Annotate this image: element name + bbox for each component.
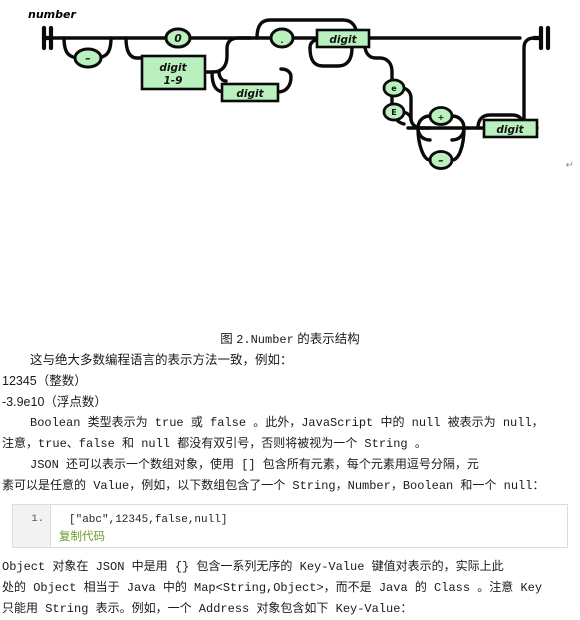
figure-caption-prefix: 图 (220, 332, 237, 346)
figure-caption-number: 2.Number (236, 333, 294, 347)
terminal-digit-exponent: digit (482, 118, 539, 139)
code-line-number: 1. (13, 505, 51, 547)
terminal-exponent-e-upper-label: E (391, 108, 396, 117)
paragraph-boolean-line2: 注意，true、false 和 null 都没有双引号，否则将被视为一个 Str… (2, 437, 427, 451)
terminal-exponent-minus-label: – (438, 155, 443, 167)
page-root: number – 0 digit 1-9 digit . digit e E +… (0, 0, 580, 616)
terminal-digit-1-9: digit 1-9 (140, 54, 207, 91)
figure-caption: 图 2.Number 的表示结构 (0, 329, 580, 350)
copy-code-link[interactable]: 复制代码 (59, 529, 567, 545)
terminal-digit-exponent-label: digit (496, 124, 524, 136)
terminal-digit-integer-repeat-label: digit (236, 88, 264, 100)
example-float: -3.9e10（浮点数） (2, 395, 107, 409)
railroad-svg: number – 0 digit 1-9 digit . digit e E +… (28, 8, 551, 170)
terminal-exponent-e-upper: E (382, 102, 406, 122)
paragraph-mark-icon: ↵ (565, 160, 574, 171)
terminal-exponent-minus: – (428, 150, 454, 170)
terminal-leading-minus-label: – (85, 53, 90, 65)
code-line-content[interactable]: ["abc",12345,false,null] (69, 513, 567, 527)
terminal-zero-label: 0 (174, 33, 181, 45)
paragraph-boolean-line1: Boolean 类型表示为 true 或 false 。此外，JavaScrip… (30, 416, 544, 430)
terminal-decimal-point: . (269, 27, 295, 49)
terminal-exponent-e-lower: e (382, 78, 406, 98)
terminal-exponent-e-lower-label: e (391, 84, 397, 93)
terminal-exponent-plus: + (428, 106, 454, 126)
paragraph-json-array-line1: JSON 还可以表示一个数组对象，使用 [] 包含所有元素，每个元素用逗号分隔，… (30, 458, 479, 472)
figure-caption-suffix: 的表示结构 (293, 332, 360, 346)
code-block: 1. ["abc",12345,false,null] 复制代码 (12, 504, 568, 548)
example-integer: 12345（整数） (2, 374, 87, 388)
paragraph-intro: 这与绝大多数编程语言的表示方法一致，例如： (30, 353, 293, 367)
paragraph-object-line3: 只能用 String 表示。例如，一个 Address 对象包含如下 Key-V… (2, 602, 413, 616)
terminal-exponent-plus-label: + (438, 113, 445, 122)
terminal-digit-integer-repeat: digit (220, 82, 280, 103)
rail-lines (41, 18, 551, 142)
number-railroad-diagram: number – 0 digit 1-9 digit . digit e E +… (0, 0, 580, 185)
terminal-digit-fraction: digit (315, 28, 371, 49)
terminal-digit-1-9-label-line1: digit (159, 62, 187, 74)
paragraph-object-line2: 处的 Object 相当于 Java 中的 Map<String,Object>… (2, 581, 543, 595)
terminal-decimal-point-label: . (280, 36, 283, 45)
diagram-title: number (28, 8, 76, 21)
terminal-leading-minus: – (73, 47, 103, 69)
code-block-body: ["abc",12345,false,null] 复制代码 (51, 505, 567, 547)
paragraph-object-line1: Object 对象在 JSON 中是用 {} 包含一系列无序的 Key-Valu… (2, 560, 504, 574)
terminal-digit-1-9-label-line2: 1-9 (164, 75, 183, 87)
paragraph-json-array-line2: 素可以是任意的 Value，例如，以下数组包含了一个 String，Number… (2, 479, 545, 493)
terminal-zero: 0 (164, 27, 192, 49)
terminal-digit-fraction-label: digit (329, 34, 357, 46)
